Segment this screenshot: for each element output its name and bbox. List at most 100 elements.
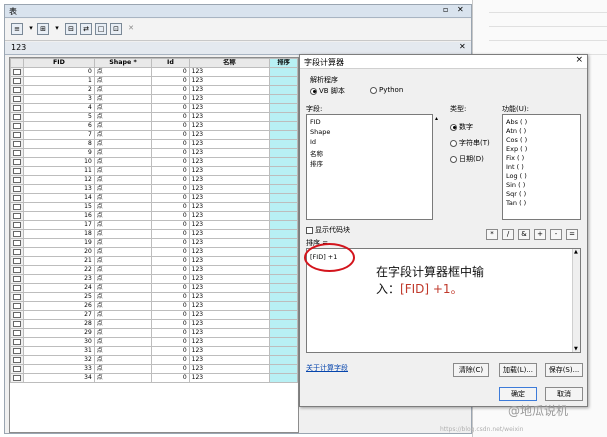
row-checkbox-icon[interactable] bbox=[13, 95, 21, 102]
id-cell[interactable]: 0 bbox=[151, 130, 190, 140]
row-selector[interactable] bbox=[10, 274, 24, 284]
column-header-shape[interactable]: Shape * bbox=[93, 58, 153, 68]
order-cell[interactable] bbox=[269, 292, 298, 302]
field-item[interactable]: Shape bbox=[310, 128, 330, 136]
row-selector[interactable] bbox=[10, 364, 24, 374]
fid-cell[interactable]: 20 bbox=[23, 247, 95, 257]
radio-icon[interactable] bbox=[450, 155, 457, 163]
table-row[interactable]: 29 点 0 123 bbox=[10, 328, 298, 338]
row-selector[interactable] bbox=[10, 310, 24, 320]
table-row[interactable]: 9 点 0 123 bbox=[10, 148, 298, 158]
name-cell[interactable]: 123 bbox=[188, 310, 271, 320]
fid-cell[interactable]: 22 bbox=[23, 265, 95, 275]
order-cell[interactable] bbox=[269, 76, 298, 86]
row-checkbox-icon[interactable] bbox=[13, 104, 21, 111]
function-item[interactable]: Int ( ) bbox=[506, 163, 524, 171]
order-cell[interactable] bbox=[269, 175, 298, 185]
order-cell[interactable] bbox=[269, 355, 298, 365]
save-button[interactable]: 保存(S)... bbox=[545, 363, 583, 377]
name-cell[interactable]: 123 bbox=[188, 148, 271, 158]
name-cell[interactable]: 123 bbox=[188, 220, 271, 230]
field-item[interactable]: Id bbox=[310, 138, 316, 146]
radio-icon[interactable] bbox=[370, 86, 377, 94]
clear-selection-icon[interactable]: □ bbox=[95, 23, 107, 35]
fid-cell[interactable]: 1 bbox=[23, 76, 95, 86]
row-selector[interactable] bbox=[10, 238, 24, 248]
fid-cell[interactable]: 16 bbox=[23, 211, 95, 221]
function-item[interactable]: Sqr ( ) bbox=[506, 190, 526, 198]
row-checkbox-icon[interactable] bbox=[13, 185, 21, 192]
function-item[interactable]: Fix ( ) bbox=[506, 154, 524, 162]
shape-cell[interactable]: 点 bbox=[93, 139, 153, 149]
shape-cell[interactable]: 点 bbox=[93, 211, 153, 221]
row-checkbox-icon[interactable] bbox=[13, 248, 21, 255]
table-row[interactable]: 14 点 0 123 bbox=[10, 193, 298, 203]
type-option-number[interactable]: 数字 bbox=[450, 122, 473, 132]
table-row[interactable]: 7 点 0 123 bbox=[10, 130, 298, 140]
shape-cell[interactable]: 点 bbox=[93, 283, 153, 293]
show-codeblock-checkbox[interactable]: 显示代码块 bbox=[306, 225, 350, 235]
fid-cell[interactable]: 2 bbox=[23, 85, 95, 95]
related-tables-icon[interactable]: ⊞ bbox=[37, 23, 49, 35]
fid-cell[interactable]: 17 bbox=[23, 220, 95, 230]
fid-cell[interactable]: 12 bbox=[23, 175, 95, 185]
id-cell[interactable]: 0 bbox=[151, 274, 190, 284]
table-row[interactable]: 16 点 0 123 bbox=[10, 211, 298, 221]
row-checkbox-icon[interactable] bbox=[13, 113, 21, 120]
fid-cell[interactable]: 31 bbox=[23, 346, 95, 356]
table-row[interactable]: 4 点 0 123 bbox=[10, 103, 298, 113]
id-cell[interactable]: 0 bbox=[151, 67, 190, 77]
id-cell[interactable]: 0 bbox=[151, 211, 190, 221]
row-checkbox-icon[interactable] bbox=[13, 320, 21, 327]
close-icon[interactable]: ✕ bbox=[457, 5, 464, 14]
table-row[interactable]: 0 点 0 123 bbox=[10, 67, 298, 77]
id-cell[interactable]: 0 bbox=[151, 373, 190, 383]
table-row[interactable]: 8 点 0 123 bbox=[10, 139, 298, 149]
operator-plus-button[interactable]: + bbox=[534, 229, 546, 240]
radio-selected-icon[interactable] bbox=[310, 87, 317, 95]
order-cell[interactable] bbox=[269, 211, 298, 221]
shape-cell[interactable]: 点 bbox=[93, 238, 153, 248]
shape-cell[interactable]: 点 bbox=[93, 301, 153, 311]
id-cell[interactable]: 0 bbox=[151, 103, 190, 113]
shape-cell[interactable]: 点 bbox=[93, 328, 153, 338]
name-cell[interactable]: 123 bbox=[188, 103, 271, 113]
order-cell[interactable] bbox=[269, 283, 298, 293]
row-checkbox-icon[interactable] bbox=[13, 329, 21, 336]
table-row[interactable]: 15 点 0 123 bbox=[10, 202, 298, 212]
order-cell[interactable] bbox=[269, 193, 298, 203]
order-cell[interactable] bbox=[269, 121, 298, 131]
row-checkbox-icon[interactable] bbox=[13, 203, 21, 210]
id-cell[interactable]: 0 bbox=[151, 220, 190, 230]
shape-cell[interactable]: 点 bbox=[93, 256, 153, 266]
name-cell[interactable]: 123 bbox=[188, 301, 271, 311]
name-cell[interactable]: 123 bbox=[188, 283, 271, 293]
id-cell[interactable]: 0 bbox=[151, 265, 190, 275]
order-cell[interactable] bbox=[269, 85, 298, 95]
row-selector[interactable] bbox=[10, 301, 24, 311]
fid-cell[interactable]: 28 bbox=[23, 319, 95, 329]
operator-minus-button[interactable]: - bbox=[550, 229, 562, 240]
fid-cell[interactable]: 4 bbox=[23, 103, 95, 113]
order-cell[interactable] bbox=[269, 256, 298, 266]
fields-list[interactable]: FID Shape Id 名称 排序 bbox=[306, 114, 433, 220]
id-cell[interactable]: 0 bbox=[151, 85, 190, 95]
order-cell[interactable] bbox=[269, 130, 298, 140]
row-checkbox-icon[interactable] bbox=[13, 275, 21, 282]
order-cell[interactable] bbox=[269, 328, 298, 338]
row-selector[interactable] bbox=[10, 175, 24, 185]
column-header-fid[interactable]: FID bbox=[23, 58, 95, 68]
fid-cell[interactable]: 19 bbox=[23, 238, 95, 248]
id-cell[interactable]: 0 bbox=[151, 364, 190, 374]
name-cell[interactable]: 123 bbox=[188, 157, 271, 167]
row-selector[interactable] bbox=[10, 202, 24, 212]
shape-cell[interactable]: 点 bbox=[93, 193, 153, 203]
help-link[interactable]: 关于计算字段 bbox=[306, 363, 348, 373]
field-item[interactable]: 名称 bbox=[310, 148, 323, 158]
row-selector[interactable] bbox=[10, 121, 24, 131]
row-selector[interactable] bbox=[10, 346, 24, 356]
name-cell[interactable]: 123 bbox=[188, 211, 271, 221]
id-cell[interactable]: 0 bbox=[151, 337, 190, 347]
row-checkbox-icon[interactable] bbox=[13, 302, 21, 309]
id-cell[interactable]: 0 bbox=[151, 346, 190, 356]
